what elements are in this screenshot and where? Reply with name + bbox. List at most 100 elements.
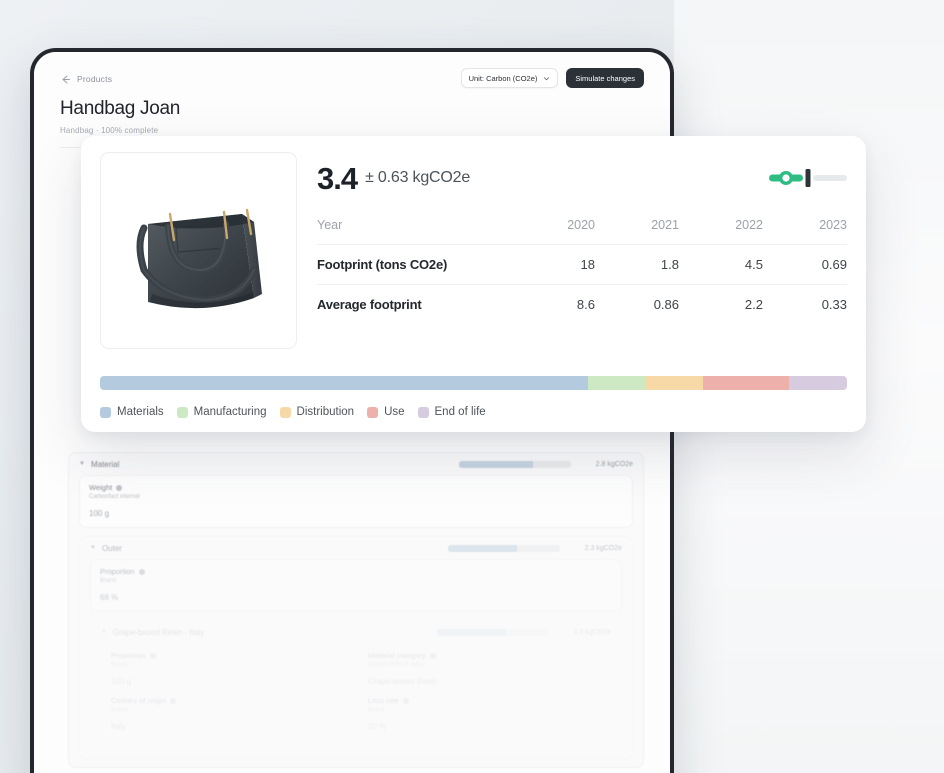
bg-field-label: Material category (368, 651, 601, 660)
bg-field-label-text: Material category (368, 651, 426, 660)
bg-field-label-text: Proportion (100, 567, 135, 576)
caret-down-icon[interactable]: ▼ (90, 545, 96, 551)
page-subtitle: Handbag · 100% complete (60, 126, 159, 135)
bg-field-proportion[interactable]: Proportion Brand 68 % (90, 559, 622, 612)
stacked-bar-segment[interactable] (100, 376, 588, 390)
bg-field-group[interactable]: Proportion Brand 100 g Material category (101, 643, 611, 741)
legend-item[interactable]: Manufacturing (176, 406, 267, 418)
info-icon[interactable] (149, 652, 156, 659)
col-header-year: Year (317, 218, 343, 232)
legend-label: Manufacturing (193, 406, 267, 418)
simulate-changes-button[interactable]: Simulate changes (566, 68, 644, 88)
legend-item[interactable]: Distribution (279, 406, 355, 418)
gauge-marker (805, 169, 811, 187)
row-label-footprint: Footprint (tons CO2e) (317, 257, 448, 272)
bg-section-title: Grape-based Resin - Italy (112, 627, 205, 637)
legend-label: Materials (117, 406, 164, 418)
bg-field-value[interactable]: Grape-based Resin (368, 677, 601, 686)
footprint-value: 3.4 (317, 160, 358, 196)
cell-footprint-2021: 1.8 (660, 257, 679, 272)
bg-field-value[interactable]: 20 % (368, 722, 601, 731)
bg-section-bar (437, 628, 549, 636)
stacked-bar-segment[interactable] (788, 376, 847, 390)
bg-field-source: Brand (368, 707, 385, 713)
bg-field-loss-rate[interactable]: Loss rate Brand 20 % (368, 696, 601, 731)
bg-field-label: Country of origin (111, 696, 344, 705)
unit-select[interactable]: Unit: Carbon (CO2e) (460, 68, 559, 88)
bg-section-material[interactable]: ▼ Material 2.8 kgCO2e Weight Carbonfact … (68, 452, 644, 768)
col-header-2020: 2020 (567, 218, 595, 232)
legend-item[interactable]: Use (367, 406, 405, 418)
cell-footprint-2022: 4.5 (744, 257, 763, 272)
col-header-2023: 2023 (819, 218, 847, 232)
product-image (100, 152, 297, 349)
rating-gauge[interactable] (769, 168, 847, 188)
legend-item[interactable]: Materials (100, 406, 164, 418)
bg-section-grape-resin[interactable]: ▼ Grape-based Resin - Italy 2.3 kgCO2e P… (90, 620, 622, 750)
bg-section-bar (448, 544, 560, 552)
bg-field-material-category[interactable]: Material category Default PEFCR value Gr… (368, 651, 601, 686)
info-icon[interactable] (116, 484, 123, 491)
cell-average-2020: 8.6 (576, 297, 595, 312)
bg-field-value[interactable]: Italy (111, 722, 344, 731)
info-icon[interactable] (402, 697, 409, 704)
legend-swatch (417, 406, 429, 418)
legend-item[interactable]: End of life (417, 406, 486, 418)
stacked-bar-segment[interactable] (702, 376, 789, 390)
info-icon[interactable] (429, 652, 436, 659)
bg-section-value: 2.8 kgCO2e (595, 460, 633, 468)
stacked-bar[interactable] (100, 376, 847, 390)
footprint-uncertainty: ± 0.63 kgCO2e (365, 169, 471, 186)
bg-section-outer[interactable]: ▼ Outer 2.3 kgCO2e Proportion Brand 68 % (79, 536, 633, 759)
bg-field-country-of-origin[interactable]: Country of origin Brand Italy (111, 696, 344, 731)
bg-field-source: Brand (111, 707, 128, 713)
chevron-down-icon (543, 75, 550, 82)
gauge-track (813, 175, 847, 181)
footprint-summary-row: 3.4 ± 0.63 kgCO2e (317, 152, 847, 200)
bg-field-label: Proportion (111, 651, 344, 660)
breadcrumb-label[interactable]: Products (77, 74, 112, 84)
cell-average-2023: 0.33 (821, 297, 847, 312)
table-row: Footprint (tons CO2e) 18 1.8 4.5 0.69 (317, 244, 847, 285)
background-detail-content: ▼ Material 2.8 kgCO2e Weight Carbonfact … (42, 452, 670, 773)
info-icon[interactable] (170, 697, 177, 704)
col-header-2022: 2022 (735, 218, 763, 232)
bg-field-label: Weight (89, 483, 623, 492)
footprint-summary-card: 3.4 ± 0.63 kgCO2e Year 2020 2021 2022 20… (81, 136, 866, 432)
bg-section-header[interactable]: ▼ Material 2.8 kgCO2e (69, 453, 643, 475)
bg-field-source: Brand (111, 662, 128, 668)
bg-field-proportion[interactable]: Proportion Brand 100 g (111, 651, 344, 686)
stacked-bar-segment[interactable] (587, 376, 646, 390)
caret-down-icon[interactable]: ▼ (101, 629, 107, 635)
bg-section-value: 2.3 kgCO2e (584, 544, 622, 552)
bg-section-title: Material (90, 459, 120, 469)
table-header-row: Year 2020 2021 2022 2023 (317, 206, 847, 245)
bg-section-title: Outer (101, 543, 122, 553)
header-actions: Unit: Carbon (CO2e) Simulate changes (460, 68, 644, 88)
bg-field-label-text: Loss rate (368, 696, 399, 705)
bg-field-label: Loss rate (368, 696, 601, 705)
bg-section-header[interactable]: ▼ Outer 2.3 kgCO2e (80, 537, 632, 559)
bg-field-value[interactable]: 100 g (111, 677, 344, 686)
app-header: Products Handbag Joan Handbag · 100% com… (34, 52, 670, 148)
bg-field-label-text: Country of origin (111, 696, 167, 705)
legend-label: Distribution (296, 406, 355, 418)
bg-field-value[interactable]: 68 % (100, 593, 612, 602)
back-arrow-icon[interactable] (60, 74, 71, 85)
col-header-2021: 2021 (651, 218, 679, 232)
stacked-bar-segment[interactable] (645, 376, 703, 390)
cell-footprint-2020: 18 (580, 257, 595, 272)
legend-swatch (279, 406, 291, 418)
info-icon[interactable] (138, 568, 145, 575)
cell-average-2022: 2.2 (744, 297, 763, 312)
cell-footprint-2023: 0.69 (821, 257, 847, 272)
caret-down-icon[interactable]: ▼ (79, 461, 85, 467)
bg-field-label-text: Proportion (111, 651, 146, 660)
legend-swatch (176, 406, 188, 418)
bg-field-value[interactable]: 100 g (89, 509, 623, 518)
bg-section-value: 2.3 kgCO2e (573, 628, 611, 636)
handbag-illustration (136, 208, 262, 308)
bg-field-source: Brand (100, 578, 117, 584)
bg-section-header[interactable]: ▼ Grape-based Resin - Italy 2.3 kgCO2e (91, 621, 621, 643)
bg-field-weight[interactable]: Weight Carbonfact internal 100 g (79, 475, 633, 528)
